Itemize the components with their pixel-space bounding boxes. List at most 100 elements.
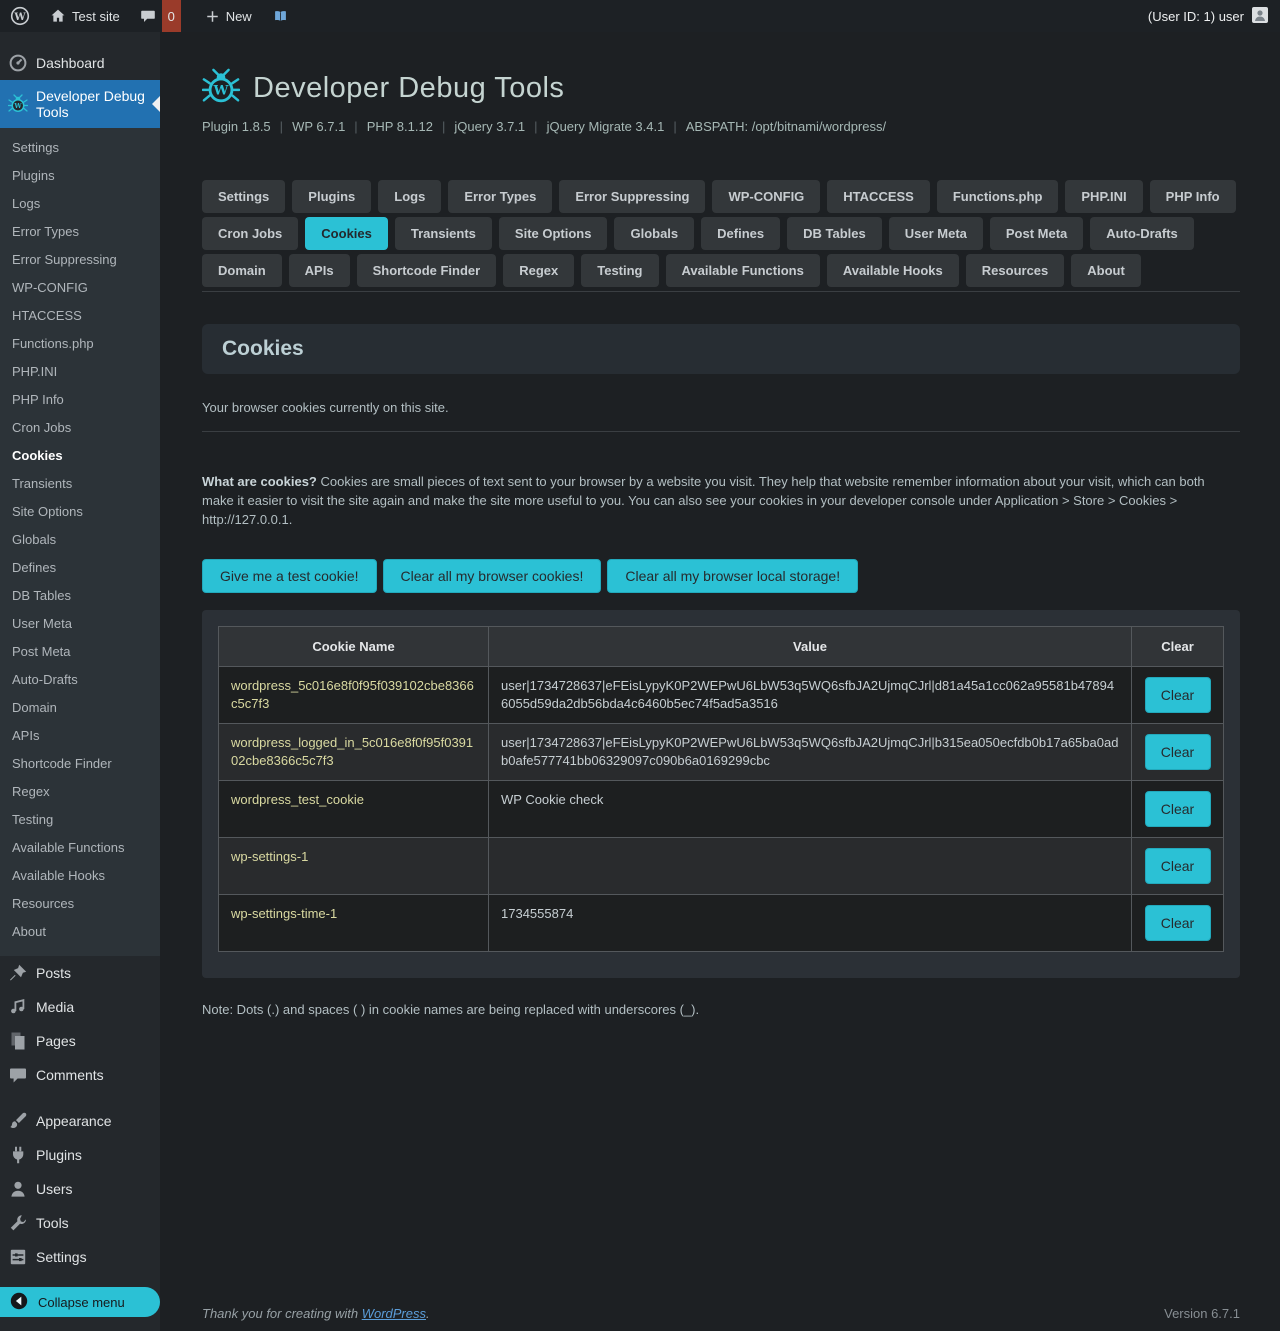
sidebar-submenu-functions-php[interactable]: Functions.php [0, 330, 160, 358]
sidebar-submenu-php-info[interactable]: PHP Info [0, 386, 160, 414]
tab-available-functions[interactable]: Available Functions [666, 254, 820, 287]
sidebar-item-label: Tools [36, 1215, 69, 1231]
clear-cookie-button-wp-settings-time-1[interactable]: Clear [1145, 905, 1211, 941]
plugin-meta-item: PHP 8.1.12 [367, 119, 433, 134]
sidebar-submenu-php-ini[interactable]: PHP.INI [0, 358, 160, 386]
tab-apis[interactable]: APIs [289, 254, 350, 287]
sidebar-submenu-error-suppressing[interactable]: Error Suppressing [0, 246, 160, 274]
test-cookie-button[interactable]: Give me a test cookie! [202, 559, 377, 593]
sidebar-item-comments[interactable]: Comments [0, 1058, 160, 1092]
sidebar-submenu-user-meta[interactable]: User Meta [0, 610, 160, 638]
comment-count-badge[interactable]: 0 [162, 0, 181, 32]
sidebar-submenu-post-meta[interactable]: Post Meta [0, 638, 160, 666]
tab-about[interactable]: About [1071, 254, 1141, 287]
tab-transients[interactable]: Transients [395, 217, 492, 250]
wordpress-link[interactable]: WordPress [362, 1306, 426, 1321]
admin-sidebar: Dashboard W Developer Debug Tools Settin… [0, 32, 160, 1331]
tab-error-suppressing[interactable]: Error Suppressing [559, 180, 705, 213]
sidebar-submenu-plugins[interactable]: Plugins [0, 162, 160, 190]
debug-readme-menu[interactable] [262, 0, 299, 32]
sidebar-submenu-transients[interactable]: Transients [0, 470, 160, 498]
tab-post-meta[interactable]: Post Meta [990, 217, 1083, 250]
user-id-label: (User ID: 1) user [1148, 9, 1244, 24]
sidebar-item-appearance[interactable]: Appearance [0, 1104, 160, 1138]
new-content-menu[interactable]: New [195, 0, 262, 32]
cookie-value-cell: 1734555874 [489, 895, 1132, 952]
sidebar-submenu-cookies[interactable]: Cookies [0, 442, 160, 470]
my-account-menu[interactable]: (User ID: 1) user [1136, 0, 1280, 32]
tab-resources[interactable]: Resources [966, 254, 1064, 287]
comments-menu[interactable] [130, 0, 162, 32]
sidebar-submenu-htaccess[interactable]: HTACCESS [0, 302, 160, 330]
clear-header: Clear [1132, 627, 1224, 667]
tab-user-meta[interactable]: User Meta [889, 217, 983, 250]
tab-plugins[interactable]: Plugins [292, 180, 371, 213]
book-icon [272, 9, 289, 24]
sidebar-submenu-globals[interactable]: Globals [0, 526, 160, 554]
tab-php-info[interactable]: PHP Info [1150, 180, 1236, 213]
cookie-row: wp-settings-time-11734555874Clear [219, 895, 1224, 952]
tab-domain[interactable]: Domain [202, 254, 282, 287]
tab-auto-drafts[interactable]: Auto-Drafts [1090, 217, 1194, 250]
tab-settings[interactable]: Settings [202, 180, 285, 213]
tab-db-tables[interactable]: DB Tables [787, 217, 882, 250]
tab-site-options[interactable]: Site Options [499, 217, 608, 250]
sidebar-submenu-auto-drafts[interactable]: Auto-Drafts [0, 666, 160, 694]
tab-htaccess[interactable]: HTACCESS [827, 180, 930, 213]
collapse-arrow-icon [9, 1291, 29, 1314]
clear-cookie-button-wp-settings-1[interactable]: Clear [1145, 848, 1211, 884]
sidebar-item-media[interactable]: Media [0, 990, 160, 1024]
sidebar-submenu-logs[interactable]: Logs [0, 190, 160, 218]
tab-wp-config[interactable]: WP-CONFIG [712, 180, 820, 213]
sidebar-submenu-about[interactable]: About [0, 918, 160, 946]
collapse-menu-button[interactable]: Collapse menu [0, 1287, 160, 1317]
sidebar-item-settings[interactable]: Settings [0, 1240, 160, 1274]
sidebar-submenu-shortcode-finder[interactable]: Shortcode Finder [0, 750, 160, 778]
sidebar-item-developer-debug-tools[interactable]: W Developer Debug Tools [0, 80, 160, 128]
sidebar-submenu-testing[interactable]: Testing [0, 806, 160, 834]
main-content: W Developer Debug Tools Plugin 1.8.5|WP … [160, 32, 1280, 1331]
clear-cookies-button[interactable]: Clear all my browser cookies! [383, 559, 602, 593]
sidebar-submenu-available-functions[interactable]: Available Functions [0, 834, 160, 862]
tab-functions-php[interactable]: Functions.php [937, 180, 1059, 213]
site-name-menu[interactable]: Test site [40, 0, 130, 32]
clear-cookie-button-wordpress-logged-in-5c016e8f0f95f039102cbe8366c5c7f3[interactable]: Clear [1145, 734, 1211, 770]
clear-cookie-button-wordpress-test-cookie[interactable]: Clear [1145, 791, 1211, 827]
tab-cookies[interactable]: Cookies [305, 217, 388, 250]
sidebar-submenu-regex[interactable]: Regex [0, 778, 160, 806]
sidebar-item-posts[interactable]: Posts [0, 956, 160, 990]
sidebar-item-dashboard[interactable]: Dashboard [0, 46, 160, 80]
wordpress-logo-menu[interactable]: W [0, 0, 40, 32]
sidebar-submenu-available-hooks[interactable]: Available Hooks [0, 862, 160, 890]
tab-defines[interactable]: Defines [701, 217, 780, 250]
sidebar-submenu-site-options[interactable]: Site Options [0, 498, 160, 526]
sidebar-submenu-settings[interactable]: Settings [0, 134, 160, 162]
cookie-clear-cell: Clear [1132, 781, 1224, 838]
sidebar-submenu-apis[interactable]: APIs [0, 722, 160, 750]
tab-shortcode-finder[interactable]: Shortcode Finder [357, 254, 497, 287]
tab-cron-jobs[interactable]: Cron Jobs [202, 217, 298, 250]
clear-local-storage-button[interactable]: Clear all my browser local storage! [607, 559, 858, 593]
sidebar-submenu-resources[interactable]: Resources [0, 890, 160, 918]
sidebar-submenu-wp-config[interactable]: WP-CONFIG [0, 274, 160, 302]
collapse-menu-label: Collapse menu [38, 1295, 125, 1310]
cookie-clear-cell: Clear [1132, 838, 1224, 895]
sidebar-submenu-cron-jobs[interactable]: Cron Jobs [0, 414, 160, 442]
clear-cookie-button-wordpress-5c016e8f0f95f039102cbe8366c5c7f3[interactable]: Clear [1145, 677, 1211, 713]
sidebar-item-plugins[interactable]: Plugins [0, 1138, 160, 1172]
tab-error-types[interactable]: Error Types [448, 180, 552, 213]
sidebar-submenu-error-types[interactable]: Error Types [0, 218, 160, 246]
tab-php-ini[interactable]: PHP.INI [1065, 180, 1142, 213]
sidebar-submenu-defines[interactable]: Defines [0, 554, 160, 582]
tab-available-hooks[interactable]: Available Hooks [827, 254, 959, 287]
sidebar-item-pages[interactable]: Pages [0, 1024, 160, 1058]
plus-icon [205, 9, 220, 24]
tab-logs[interactable]: Logs [378, 180, 441, 213]
tab-testing[interactable]: Testing [581, 254, 658, 287]
sidebar-submenu-domain[interactable]: Domain [0, 694, 160, 722]
tab-globals[interactable]: Globals [614, 217, 694, 250]
sidebar-item-users[interactable]: Users [0, 1172, 160, 1206]
sidebar-item-tools[interactable]: Tools [0, 1206, 160, 1240]
sidebar-submenu-db-tables[interactable]: DB Tables [0, 582, 160, 610]
tab-regex[interactable]: Regex [503, 254, 574, 287]
